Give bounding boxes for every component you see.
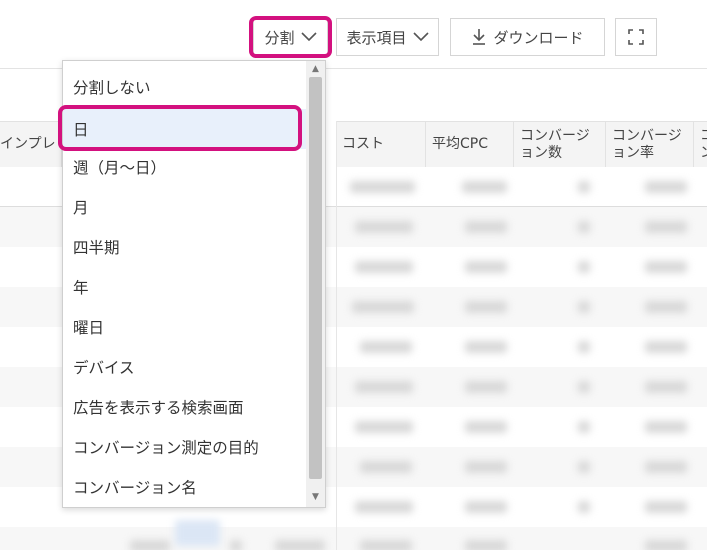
menu-item-quarter[interactable]: 四半期 <box>63 227 307 267</box>
download-button-label: ダウンロード <box>493 28 584 47</box>
column-header-avg-cpc[interactable]: 平均CPC <box>426 121 514 167</box>
blurred-cell <box>578 421 590 433</box>
download-icon <box>473 29 486 45</box>
blurred-cell <box>465 221 507 233</box>
blurred-cell <box>355 261 413 273</box>
blurred-cell <box>465 501 507 513</box>
menu-item-month[interactable]: 月 <box>63 187 307 227</box>
segment-highlight-frame <box>249 16 332 58</box>
column-header-conversions[interactable]: コンバージ ョン数 <box>514 121 606 167</box>
blurred-cell <box>465 301 507 313</box>
blurred-cell <box>352 301 414 313</box>
blurred-cell <box>130 540 170 550</box>
blurred-cell <box>360 461 412 473</box>
columns-button-label: 表示項目 <box>346 28 407 47</box>
blurred-cell <box>360 341 412 353</box>
fullscreen-button[interactable] <box>615 18 657 56</box>
blurred-cell <box>578 181 590 193</box>
blurred-cell <box>360 540 412 550</box>
blurred-cell <box>578 221 590 233</box>
blurred-cell <box>645 181 687 193</box>
column-header-conversion-rate[interactable]: コンバージ ョン率 <box>606 121 694 167</box>
column-divider <box>336 121 337 550</box>
menu-item-search-surface[interactable]: 広告を表示する検索画面 <box>63 387 307 427</box>
blurred-cell <box>578 381 590 393</box>
blurred-cell <box>465 421 507 433</box>
blurred-cell <box>645 501 687 513</box>
blurred-cell <box>578 501 590 513</box>
blurred-cell <box>645 540 687 550</box>
column-header-impressions[interactable]: インプレ <box>0 121 62 167</box>
blurred-cell <box>175 520 220 546</box>
blurred-cell <box>578 461 590 473</box>
menu-item-week[interactable]: 週（月〜日） <box>63 147 307 187</box>
chevron-down-icon <box>412 32 429 42</box>
blurred-cell <box>578 341 590 353</box>
fullscreen-icon <box>628 29 644 45</box>
blurred-cell <box>645 381 687 393</box>
menu-item-no-segment[interactable]: 分割しない <box>63 67 307 107</box>
blurred-cell <box>465 381 507 393</box>
blurred-cell <box>355 501 413 513</box>
menu-item-day-of-week[interactable]: 曜日 <box>63 307 307 347</box>
blurred-cell <box>355 381 413 393</box>
blurred-cell <box>462 181 507 193</box>
menu-item-conversion-goal[interactable]: コンバージョン測定の目的 <box>63 427 307 467</box>
blurred-cell <box>230 540 242 550</box>
blurred-cell <box>355 221 413 233</box>
blurred-cell <box>645 221 687 233</box>
blurred-cell <box>275 540 325 550</box>
menu-item-conversion-name[interactable]: コンバージョン名 <box>63 467 307 507</box>
column-header-next[interactable]: コ ン <box>694 121 707 167</box>
blurred-cell <box>645 341 687 353</box>
scroll-down-arrow-icon[interactable]: ▼ <box>309 491 322 503</box>
menu-item-device[interactable]: デバイス <box>63 347 307 387</box>
columns-button[interactable]: 表示項目 <box>336 18 439 56</box>
blurred-cell <box>355 421 413 433</box>
menu-item-year[interactable]: 年 <box>63 267 307 307</box>
table-row <box>0 527 707 550</box>
blurred-cell <box>465 341 507 353</box>
blurred-cell <box>578 261 590 273</box>
column-header-cost[interactable]: コスト <box>336 121 426 167</box>
menu-scrollbar-thumb[interactable] <box>309 77 322 479</box>
scroll-up-arrow-icon[interactable]: ▲ <box>309 63 322 75</box>
blurred-cell <box>465 261 507 273</box>
blurred-cell <box>578 301 590 313</box>
blurred-cell <box>465 540 507 550</box>
blurred-cell <box>465 461 507 473</box>
download-button[interactable]: ダウンロード <box>450 18 605 56</box>
blurred-cell <box>645 421 687 433</box>
day-highlight-frame <box>58 105 302 151</box>
blurred-cell <box>350 181 415 193</box>
blurred-cell <box>645 261 687 273</box>
blurred-cell <box>645 461 687 473</box>
blurred-cell <box>645 301 687 313</box>
